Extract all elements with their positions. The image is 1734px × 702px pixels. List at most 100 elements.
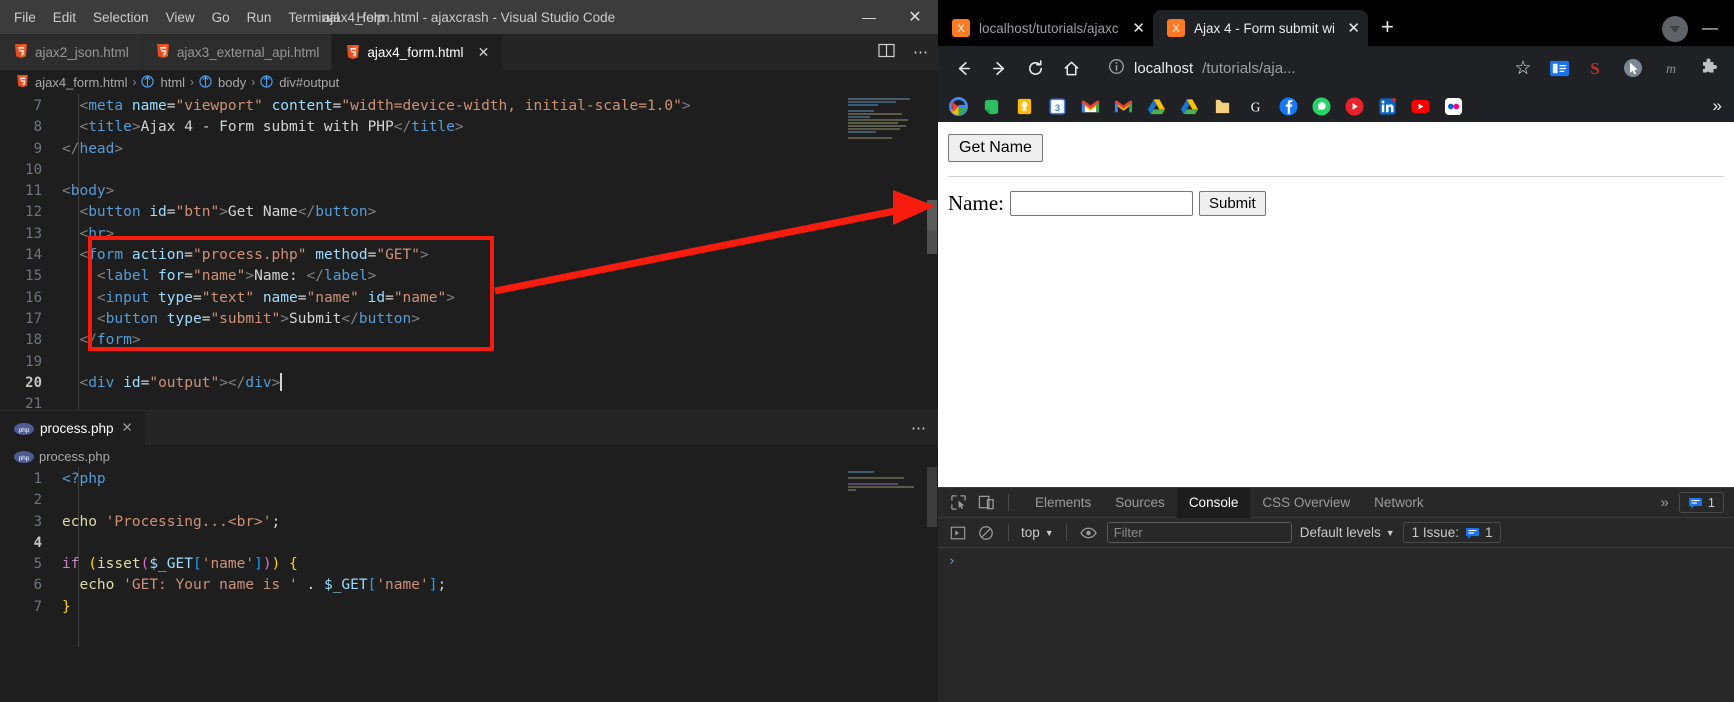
clear-console-icon[interactable] (976, 523, 996, 543)
console-levels-selector[interactable]: Default levels ▼ (1300, 525, 1395, 540)
console-filter-input[interactable]: Filter (1106, 522, 1292, 543)
vscode-menubar[interactable]: File Edit Selection View Go Run Terminal… (0, 7, 392, 28)
code-line[interactable]: 14 <form action="process.php" method="GE… (0, 245, 938, 266)
code-line[interactable]: 9 </head> (0, 139, 938, 160)
browser-tab-ajax4[interactable]: X Ajax 4 - Form submit with ✕ (1153, 10, 1368, 46)
menu-terminal[interactable]: Terminal (280, 7, 347, 28)
video-icon[interactable] (1344, 96, 1364, 116)
reading-list-icon[interactable] (1542, 51, 1576, 85)
reload-button[interactable] (1018, 51, 1052, 85)
bookmark-star-icon[interactable]: ☆ (1506, 51, 1540, 85)
back-button[interactable] (946, 51, 980, 85)
breadcrumb-item-html[interactable]: html (160, 75, 185, 90)
menu-view[interactable]: View (158, 7, 203, 28)
code-line[interactable]: 8 <title>Ajax 4 - Form submit with PHP</… (0, 117, 938, 138)
console-issues-badge[interactable]: 1 Issue: 1 (1402, 522, 1502, 543)
code-line[interactable]: 7 <meta name="viewport" content="width=d… (0, 96, 938, 117)
editor-tab-ajax2-json[interactable]: ajax2_json.html (0, 34, 142, 70)
editor-tab-process-php[interactable]: php process.php ✕ (0, 411, 145, 445)
close-icon[interactable]: ✕ (122, 420, 133, 436)
puzzle-icon[interactable] (1692, 51, 1726, 85)
address-bar[interactable]: localhost/tutorials/aja... (1096, 52, 1498, 84)
menu-edit[interactable]: Edit (45, 7, 84, 28)
more-actions-icon[interactable]: ⋯ (911, 419, 926, 437)
close-icon[interactable]: ✕ (476, 44, 490, 61)
gmail-icon[interactable] (1080, 96, 1100, 116)
close-icon[interactable]: ✕ (1132, 19, 1145, 37)
breadcrumb-item-file[interactable]: ajax4_form.html (35, 75, 127, 90)
console-output[interactable]: › (938, 548, 1734, 575)
minimize-button[interactable]: — (846, 0, 892, 34)
editor-tab-ajax3-external-api[interactable]: ajax3_external_api.html (141, 34, 333, 70)
code-line[interactable]: 5 if (isset($_GET['name'])) { (0, 554, 938, 575)
breadcrumb-item-body[interactable]: body (218, 75, 246, 90)
forward-button[interactable] (982, 51, 1016, 85)
code-line[interactable]: 10 (0, 160, 938, 181)
execute-icon[interactable] (948, 523, 968, 543)
get-name-button[interactable]: Get Name (948, 134, 1043, 162)
code-line[interactable]: 15 <label for="name">Name: </label> (0, 266, 938, 287)
php-code-editor[interactable]: 1 <?php 2 3 echo 'Processing...<br>'; 4 5 if (i… (0, 467, 938, 647)
s-extension-icon[interactable]: S (1578, 51, 1612, 85)
code-line[interactable]: 19 (0, 352, 938, 373)
code-line[interactable]: 20 <div id="output"></div> (0, 372, 938, 394)
code-line[interactable]: 12 <button id="btn">Get Name</button> (0, 202, 938, 223)
keep-icon[interactable] (1014, 96, 1034, 116)
site-info-icon[interactable] (1108, 58, 1125, 79)
menu-file[interactable]: File (6, 7, 44, 28)
code-line[interactable]: 3 echo 'Processing...<br>'; (0, 512, 938, 533)
g-icon[interactable]: G (1245, 96, 1265, 116)
menu-go[interactable]: Go (204, 7, 238, 28)
drive-icon[interactable] (1146, 96, 1166, 116)
code-line[interactable]: 2 (0, 490, 938, 511)
submit-button[interactable]: Submit (1198, 191, 1266, 216)
code-line[interactable]: 1 <?php (0, 469, 938, 490)
gmail-2-icon[interactable] (1113, 96, 1133, 116)
code-line[interactable]: 16 <input type="text" name="name" id="na… (0, 288, 938, 309)
devtools-tab-network[interactable]: Network (1362, 488, 1436, 518)
facebook-icon[interactable] (1278, 96, 1298, 116)
code-line[interactable]: 18 </form> (0, 330, 938, 351)
split-editor-icon[interactable] (878, 43, 895, 62)
console-context-selector[interactable]: top ▼ (1021, 525, 1054, 540)
cursor-extension-icon[interactable] (1616, 51, 1650, 85)
devtools-tab-css-overview[interactable]: CSS Overview (1250, 488, 1362, 518)
profile-avatar[interactable] (1662, 16, 1688, 42)
home-button[interactable] (1054, 51, 1088, 85)
drive-2-icon[interactable] (1179, 96, 1199, 116)
menu-run[interactable]: Run (239, 7, 280, 28)
breadcrumb-item-div-output[interactable]: div#output (279, 75, 339, 90)
code-line[interactable]: 17 <button type="submit">Submit</button> (0, 309, 938, 330)
web-page-viewport[interactable]: Get Name Name: Submit (938, 122, 1734, 487)
devtools-tab-sources[interactable]: Sources (1103, 488, 1177, 518)
html-code-editor[interactable]: 7 <meta name="viewport" content="width=d… (0, 94, 938, 410)
whatsapp-icon[interactable] (1311, 96, 1331, 116)
m-extension-icon[interactable]: m (1654, 51, 1688, 85)
code-line[interactable]: 6 echo 'GET: Your name is ' . $_GET['nam… (0, 575, 938, 596)
code-line[interactable]: 11 <body> (0, 181, 938, 202)
live-expression-icon[interactable] (1079, 523, 1099, 543)
menu-selection[interactable]: Selection (85, 7, 157, 28)
bookmarks-overflow-icon[interactable]: » (1713, 96, 1724, 116)
name-input[interactable] (1009, 191, 1193, 216)
window-scrollbar[interactable] (927, 0, 938, 702)
folder-icon[interactable] (1212, 96, 1232, 116)
devtools-tab-console[interactable]: Console (1176, 487, 1251, 518)
calendar-icon[interactable]: 3 (1047, 96, 1067, 116)
device-toolbar-icon[interactable] (976, 493, 996, 513)
devtools-tab-elements[interactable]: Elements (1023, 488, 1103, 518)
more-actions-icon[interactable]: ⋯ (913, 43, 928, 61)
browser-minimize-button[interactable]: — (1702, 20, 1724, 38)
google-icon[interactable] (948, 96, 968, 116)
php-breadcrumb-item[interactable]: process.php (39, 449, 110, 464)
evernote-icon[interactable] (981, 96, 1001, 116)
code-line[interactable]: 4 (0, 533, 938, 554)
linkedin-icon[interactable] (1377, 96, 1397, 116)
inspect-element-icon[interactable] (948, 493, 968, 513)
editor-tab-ajax4-form[interactable]: ajax4_form.html ✕ (332, 34, 504, 70)
youtube-icon[interactable] (1410, 96, 1430, 116)
browser-tab-localhost[interactable]: X localhost/tutorials/ajaxcr ✕ (938, 10, 1153, 46)
code-line[interactable]: 7} (0, 597, 938, 618)
code-line[interactable]: 13 <hr> (0, 224, 938, 245)
more-tabs-icon[interactable]: » (1660, 494, 1668, 511)
